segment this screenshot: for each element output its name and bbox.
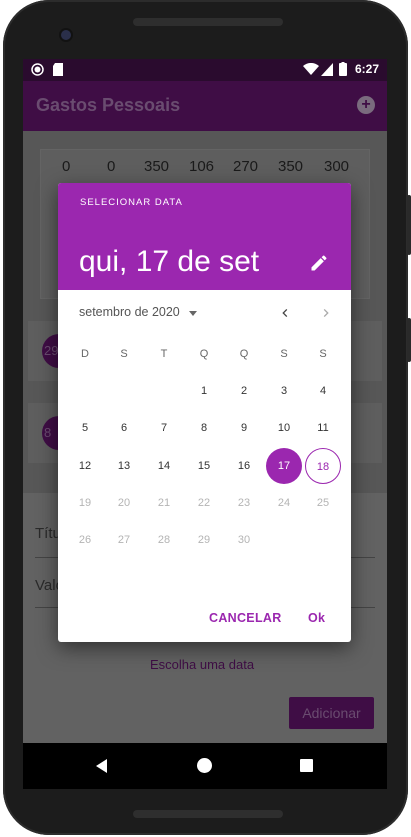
weekday-label: T: [160, 348, 168, 360]
front-camera: [61, 30, 71, 40]
recents-icon[interactable]: [300, 759, 313, 772]
calendar-day[interactable]: 16: [226, 448, 262, 484]
status-bar: 6:27: [23, 59, 387, 81]
add-button[interactable]: Adicionar: [289, 697, 374, 729]
screen: 6:27 Gastos Pessoais + 0 0 350 106 270 350 300…: [23, 59, 387, 789]
calendar-day: 20: [117, 496, 131, 509]
calendar-day: 29: [197, 534, 211, 547]
add-transaction-button[interactable]: +: [357, 96, 375, 114]
weekday-label: Q: [239, 348, 249, 360]
app-bar: Gastos Pessoais +: [23, 81, 387, 131]
next-month-icon[interactable]: [318, 305, 334, 321]
calendar-day[interactable]: 12: [67, 448, 103, 484]
calendar-day[interactable]: 11: [305, 410, 341, 446]
wifi-icon: [303, 63, 319, 75]
chart-value: 350: [144, 158, 170, 175]
weekday-label: S: [280, 348, 288, 360]
calendar-day: 28: [157, 534, 171, 547]
weekday-label: S: [319, 348, 327, 360]
date-picker-dialog: SELECIONAR DATA qui, 17 de set setembro …: [58, 183, 351, 642]
ok-button[interactable]: Ok: [308, 611, 325, 625]
selected-date: qui, 17 de set: [79, 245, 260, 278]
record-icon: [31, 63, 44, 76]
month-selector-row: setembro de 2020: [58, 290, 351, 338]
battery-icon: [339, 62, 347, 76]
status-time: 6:27: [354, 62, 379, 76]
calendar-day: 19: [78, 496, 92, 509]
choose-date-button[interactable]: Escolha uma data: [150, 657, 254, 672]
power-button: [407, 318, 411, 362]
system-nav-bar: [23, 743, 387, 789]
calendar-day[interactable]: 7: [146, 410, 182, 446]
calendar-day[interactable]: 9: [226, 410, 262, 446]
home-icon[interactable]: [197, 758, 212, 773]
chart-value: 0: [62, 158, 71, 175]
sd-card-icon: [53, 63, 63, 76]
calendar-day[interactable]: 8: [186, 410, 222, 446]
calendar-day: 22: [197, 496, 211, 509]
date-picker-header: SELECIONAR DATA qui, 17 de set: [58, 183, 351, 290]
signal-icon: [321, 63, 333, 76]
calendar-day: 21: [157, 496, 171, 509]
calendar-day[interactable]: 5: [67, 410, 103, 446]
app-title: Gastos Pessoais: [36, 95, 181, 115]
calendar-day[interactable]: 2: [226, 373, 262, 409]
calendar-day: 24: [277, 496, 291, 509]
volume-button: [407, 195, 411, 255]
calendar-day[interactable]: 13: [106, 448, 142, 484]
dialog-caption: SELECIONAR DATA: [80, 197, 183, 208]
calendar-day[interactable]: 15: [186, 448, 222, 484]
back-icon[interactable]: [96, 759, 107, 773]
weekday-label: S: [120, 348, 128, 360]
calendar-day: 23: [237, 496, 251, 509]
title-field-label: Títu: [35, 525, 61, 542]
calendar-day: 27: [117, 534, 131, 547]
weekday-label: Q: [199, 348, 209, 360]
chart-value: 270: [233, 158, 259, 175]
edit-pencil-icon[interactable]: [309, 253, 329, 273]
calendar-day[interactable]: 10: [266, 410, 302, 446]
calendar-day: 30: [237, 534, 251, 547]
weekday-label: D: [81, 348, 89, 360]
chart-value: 0: [107, 158, 116, 175]
calendar-day[interactable]: 17: [266, 447, 302, 484]
calendar-day: 25: [316, 496, 330, 509]
cancel-button[interactable]: CANCELAR: [209, 611, 282, 625]
calendar-day[interactable]: 3: [266, 373, 302, 409]
month-year-label[interactable]: setembro de 2020: [79, 305, 180, 319]
calendar-day[interactable]: 1: [186, 373, 222, 409]
chart-values: 0 0 350 106 270 350 300: [41, 158, 371, 178]
bottom-speaker: [133, 810, 283, 818]
calendar-day: 26: [78, 534, 92, 547]
chart-value: 300: [324, 158, 350, 175]
previous-month-icon[interactable]: [277, 305, 293, 321]
chart-value: 106: [189, 158, 215, 175]
dropdown-arrow-icon[interactable]: [189, 311, 197, 316]
calendar-day[interactable]: 14: [146, 448, 182, 484]
earpiece-speaker: [133, 18, 283, 26]
calendar-day[interactable]: 18: [305, 447, 341, 484]
calendar-day[interactable]: 6: [106, 410, 142, 446]
calendar-day[interactable]: 4: [305, 373, 341, 409]
chart-value: 350: [278, 158, 304, 175]
